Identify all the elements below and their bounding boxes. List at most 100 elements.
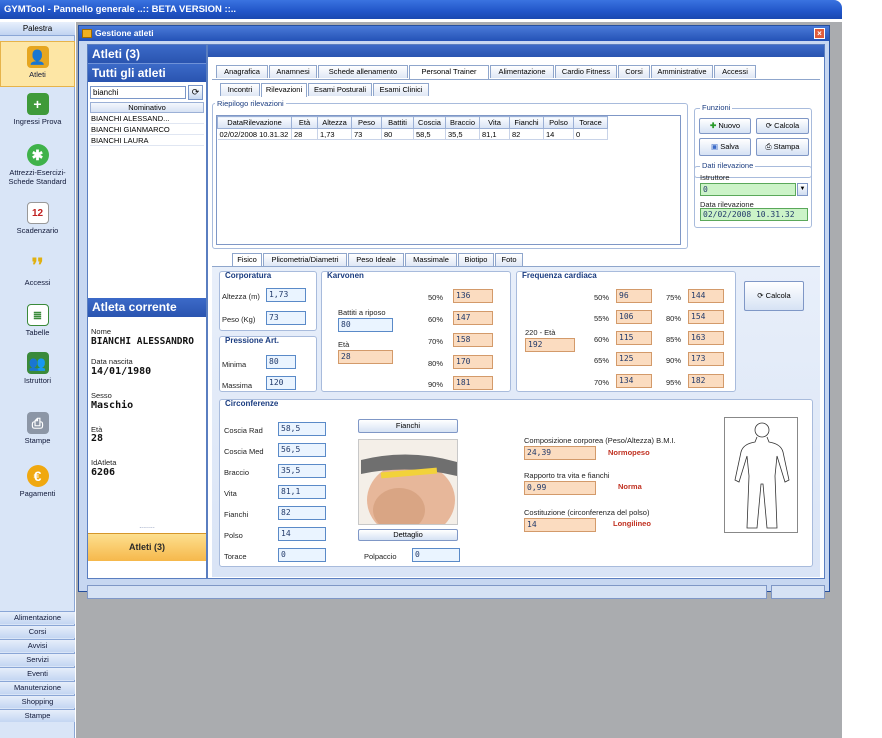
splitter[interactable]: ........: [88, 523, 206, 533]
nav-bottom-servizi[interactable]: Servizi: [0, 653, 75, 666]
nav-item-ingressi-prova[interactable]: + Ingressi Prova: [0, 93, 75, 135]
k-pct: 60%: [428, 315, 444, 324]
payments-icon: €: [26, 465, 49, 487]
nav-bottom-eventi[interactable]: Eventi: [0, 667, 75, 680]
col-eta[interactable]: Età: [291, 116, 318, 129]
nav-item-stampe[interactable]: ⎙ Stampe: [0, 412, 75, 454]
gestione-atleti-window: Gestione atleti × Atleti (3) Tutti gli a…: [78, 25, 830, 599]
nav-item-istruttori[interactable]: 👥 Istruttori: [0, 352, 75, 394]
col-braccio[interactable]: Braccio: [445, 116, 480, 129]
nav-bottom-manutenzione[interactable]: Manutenzione: [0, 681, 75, 694]
circ-field[interactable]: 82: [278, 506, 326, 520]
close-icon[interactable]: ×: [814, 28, 825, 39]
peso-field[interactable]: 73: [266, 311, 306, 325]
tab-incontri[interactable]: Incontri: [220, 83, 260, 96]
circ-field[interactable]: 56,5: [278, 443, 326, 457]
polpaccio-field[interactable]: 0: [412, 548, 460, 562]
nav-bottom-shopping[interactable]: Shopping: [0, 695, 75, 708]
f-val: 125: [616, 352, 652, 366]
dettaglio-button[interactable]: Dettaglio: [358, 529, 458, 541]
altezza-field[interactable]: 1,73: [266, 288, 306, 302]
circ-field[interactable]: 81,1: [278, 485, 326, 499]
nav-item-atleti[interactable]: 👤 Atleti: [0, 41, 75, 87]
col-altezza[interactable]: Altezza: [317, 116, 352, 129]
nav-item-scadenzario[interactable]: 12 Scadenzario: [0, 202, 75, 244]
tab-biotipo[interactable]: Biotipo: [458, 253, 494, 266]
refresh-icon[interactable]: ⟳: [188, 85, 203, 100]
col-battiti[interactable]: Battiti: [381, 116, 414, 129]
massima-field[interactable]: 120: [266, 376, 296, 390]
table-row[interactable]: 02/02/2008 10.31.32 28 1,73 73 80 58,5 3…: [217, 128, 608, 140]
nav-header[interactable]: Palestra: [0, 22, 75, 36]
stampa-button[interactable]: ⎙ Stampa: [756, 138, 809, 156]
funzioni-label: Funzioni: [700, 103, 733, 112]
tab-rilevazioni[interactable]: Rilevazioni: [261, 83, 307, 97]
circ-field[interactable]: 35,5: [278, 464, 326, 478]
rilevazioni-table[interactable]: DataRilevazione Età Altezza Peso Battiti…: [216, 115, 681, 245]
col-peso[interactable]: Peso: [351, 116, 382, 129]
tab-amministrative[interactable]: Amministrative: [651, 65, 713, 78]
nav-bottom-avvisi[interactable]: Avvisi: [0, 639, 75, 652]
tab-foto[interactable]: Foto: [495, 253, 523, 266]
tab-corsi[interactable]: Corsi: [618, 65, 650, 78]
rvf-field: 0,99: [524, 481, 596, 495]
data-rilevazione-field[interactable]: 02/02/2008 10.31.32: [700, 208, 808, 221]
col-fianchi[interactable]: Fianchi: [509, 116, 544, 129]
list-item[interactable]: BIANCHI ALESSAND...: [90, 114, 204, 124]
body-silhouette-icon: [724, 417, 798, 533]
tab-plicometria[interactable]: Plicometria/Diametri: [263, 253, 347, 266]
tab-accessi[interactable]: Accessi: [714, 65, 756, 78]
minima-field[interactable]: 80: [266, 355, 296, 369]
list-title: Atleti (3): [88, 45, 206, 63]
search-input[interactable]: bianchi: [90, 86, 186, 99]
calcola-button[interactable]: ⟳ Calcola: [756, 118, 809, 134]
karvonen-label: Karvonen: [327, 271, 364, 280]
circ-field[interactable]: 0: [278, 548, 326, 562]
list-item[interactable]: BIANCHI LAURA: [90, 136, 204, 146]
tab-cardio-fitness[interactable]: Cardio Fitness: [555, 65, 617, 78]
tab-schede-allenamento[interactable]: Schede allenamento: [318, 65, 408, 78]
list-item[interactable]: BIANCHI GIANMARCO: [90, 125, 204, 135]
f-val: 182: [688, 374, 724, 388]
tab-divider: [212, 79, 820, 80]
nav-bottom-stampe[interactable]: Stampe: [0, 709, 75, 722]
nav-item-pagamenti[interactable]: € Pagamenti: [0, 465, 75, 507]
tab-massimale[interactable]: Massimale: [405, 253, 457, 266]
nav-item-attrezzi[interactable]: ✱ Attrezzi-Esercizi-Schede Standard: [0, 144, 75, 194]
nav-item-tabelle[interactable]: ≣ Tabelle: [0, 304, 75, 346]
circ-field[interactable]: 58,5: [278, 422, 326, 436]
sesso-label: Sesso: [91, 391, 112, 400]
tab-anagrafica[interactable]: Anagrafica: [216, 65, 268, 78]
battiti-field[interactable]: 80: [338, 318, 393, 332]
col-vita[interactable]: Vita: [479, 116, 510, 129]
circ-field[interactable]: 14: [278, 527, 326, 541]
istruttore-label: Istruttore: [700, 173, 730, 182]
cell: 73: [351, 128, 382, 140]
atleti-button[interactable]: Atleti (3): [88, 533, 206, 561]
tab-alimentazione[interactable]: Alimentazione: [490, 65, 554, 78]
col-coscia[interactable]: Coscia: [413, 116, 446, 129]
tab-esami-clinici[interactable]: Esami Clinici: [373, 83, 429, 96]
nav-bottom-corsi[interactable]: Corsi: [0, 625, 75, 638]
tab-fisico[interactable]: Fisico: [232, 253, 262, 267]
fianchi-button[interactable]: Fianchi: [358, 419, 458, 433]
nav-bottom-alimentazione[interactable]: Alimentazione: [0, 611, 75, 624]
salva-button[interactable]: ▣ Salva: [699, 138, 751, 156]
f-val: 106: [616, 310, 652, 324]
nav-item-accessi[interactable]: ❜❜ Accessi: [0, 254, 75, 296]
list-header-nominativo[interactable]: Nominativo: [90, 102, 204, 113]
chevron-down-icon[interactable]: ▼: [797, 183, 808, 196]
cell: 82: [509, 128, 544, 140]
tab-peso-ideale[interactable]: Peso Ideale: [348, 253, 404, 266]
istruttore-select[interactable]: 0: [700, 183, 796, 196]
tab-anamnesi[interactable]: Anamnesi: [269, 65, 317, 78]
athlete-list-panel: Atleti (3) Tutti gli atleti bianchi ⟳ No…: [87, 44, 207, 579]
tab-esami-posturali[interactable]: Esami Posturali: [308, 83, 372, 96]
tab-personal-trainer[interactable]: Personal Trainer: [409, 65, 489, 79]
nuovo-button[interactable]: ✚ Nuovo: [699, 118, 751, 134]
col-polso[interactable]: Polso: [543, 116, 574, 129]
calcola-frequenza-button[interactable]: ⟳ Calcola: [744, 281, 804, 311]
col-torace[interactable]: Torace: [573, 116, 608, 129]
col-datarilevazione[interactable]: DataRilevazione: [217, 116, 292, 129]
f-val: 163: [688, 331, 724, 345]
